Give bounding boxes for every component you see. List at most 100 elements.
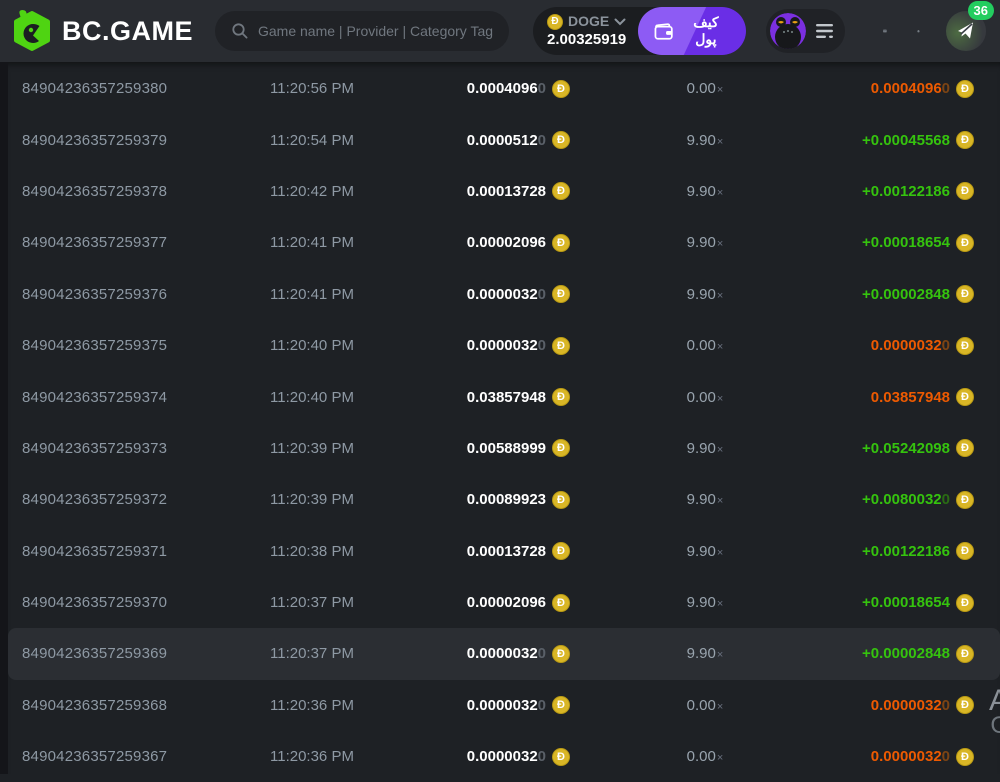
doge-coin-icon: Đ	[956, 594, 974, 612]
doge-coin-icon: Đ	[956, 234, 974, 252]
bet-amount: 0.00089923 Đ	[466, 491, 570, 509]
bcgame-logo-icon	[12, 9, 52, 53]
bet-row[interactable]: 84904236357259371 11:20:38 PM 0.00013728…	[8, 526, 1000, 577]
bet-row[interactable]: 84904236357259374 11:20:40 PM 0.03857948…	[8, 371, 1000, 422]
bet-payout: +0.00122186 Đ	[840, 542, 974, 560]
cutoff-overlay-text-g: G	[990, 712, 1000, 740]
bet-multiplier: 9.90×	[570, 594, 840, 611]
bet-id: 84904236357259373	[22, 440, 270, 457]
bet-row[interactable]: 84904236357259379 11:20:54 PM 0.00005120…	[8, 114, 1000, 165]
bet-multiplier: 9.90×	[570, 132, 840, 149]
doge-coin-icon: Đ	[552, 80, 570, 98]
bet-amount: 0.00005120 Đ	[466, 131, 570, 149]
bet-time: 11:20:38 PM	[270, 543, 466, 560]
bet-row[interactable]: 84904236357259367 11:20:36 PM 0.00000320…	[8, 731, 1000, 782]
bet-time: 11:20:37 PM	[270, 645, 466, 662]
doge-coin-icon: Đ	[956, 285, 974, 303]
mail-icon[interactable]	[883, 21, 887, 41]
wallet-button[interactable]: کیف پول	[638, 7, 746, 55]
bet-multiplier: 0.00×	[570, 697, 840, 714]
bet-payout: +0.00002848 Đ	[840, 645, 974, 663]
doge-coin-icon: Đ	[552, 439, 570, 457]
bet-multiplier: 0.00×	[570, 337, 840, 354]
bet-multiplier: 9.90×	[570, 645, 840, 662]
bet-row[interactable]: 84904236357259378 11:20:42 PM 0.00013728…	[8, 166, 1000, 217]
brand-title: BC.GAME	[62, 16, 193, 47]
notification-count-badge: 36	[968, 1, 994, 20]
doge-coin-icon: Đ	[956, 645, 974, 663]
left-edge-panel	[0, 62, 8, 774]
bet-multiplier: 0.00×	[570, 80, 840, 97]
wallet-button-label: کیف پول	[682, 14, 731, 48]
bet-multiplier: 9.90×	[570, 491, 840, 508]
doge-coin-icon: Đ	[956, 80, 974, 98]
bet-time: 11:20:41 PM	[270, 234, 466, 251]
bet-amount: 0.00040960 Đ	[466, 80, 570, 98]
bet-multiplier: 0.00×	[570, 748, 840, 765]
bet-id: 84904236357259370	[22, 594, 270, 611]
balance-amount: 2.00325919	[547, 32, 626, 49]
bet-amount: 0.00002096 Đ	[466, 594, 570, 612]
bet-multiplier: 9.90×	[570, 440, 840, 457]
bet-id: 84904236357259374	[22, 389, 270, 406]
bet-row[interactable]: 84904236357259370 11:20:37 PM 0.00002096…	[8, 577, 1000, 628]
bet-payout: 0.00000320 Đ	[840, 337, 974, 355]
bet-payout: 0.00000320 Đ	[840, 696, 974, 714]
bet-time: 11:20:40 PM	[270, 337, 466, 354]
doge-coin-icon: Đ	[552, 234, 570, 252]
bet-amount: 0.00000320 Đ	[466, 337, 570, 355]
doge-coin-icon: Đ	[552, 337, 570, 355]
bet-id: 84904236357259380	[22, 80, 270, 97]
game-search-input[interactable]: Game name | Provider | Category Tag	[215, 11, 509, 51]
bet-time: 11:20:42 PM	[270, 183, 466, 200]
doge-coin-icon: Đ	[552, 696, 570, 714]
bet-amount: 0.00000320 Đ	[466, 748, 570, 766]
bet-multiplier: 9.90×	[570, 543, 840, 560]
bet-time: 11:20:40 PM	[270, 389, 466, 406]
bet-id: 84904236357259372	[22, 491, 270, 508]
bet-row[interactable]: 84904236357259369 11:20:37 PM 0.00000320…	[8, 628, 1000, 679]
bet-id: 84904236357259377	[22, 234, 270, 251]
top-navbar: BC.GAME Game name | Provider | Category …	[0, 0, 1000, 62]
bet-row[interactable]: 84904236357259376 11:20:41 PM 0.00000320…	[8, 269, 1000, 320]
bet-payout: +0.00800320 Đ	[840, 491, 974, 509]
bet-amount: 0.03857948 Đ	[466, 388, 570, 406]
balance-widget: Đ DOGE 2.00325919 کیف پول	[533, 7, 746, 55]
user-avatar[interactable]	[770, 13, 806, 49]
bet-time: 11:20:39 PM	[270, 440, 466, 457]
doge-coin-icon: Đ	[552, 594, 570, 612]
bet-multiplier: 0.00×	[570, 389, 840, 406]
doge-coin-icon: Đ	[552, 491, 570, 509]
bet-id: 84904236357259376	[22, 286, 270, 303]
doge-coin-icon: Đ	[552, 748, 570, 766]
bet-time: 11:20:36 PM	[270, 748, 466, 765]
bet-row[interactable]: 84904236357259373 11:20:39 PM 0.00588999…	[8, 423, 1000, 474]
search-icon	[231, 22, 249, 40]
doge-coin-icon: Đ	[956, 542, 974, 560]
bet-amount: 0.00013728 Đ	[466, 542, 570, 560]
bet-multiplier: 9.90×	[570, 286, 840, 303]
bet-row[interactable]: 84904236357259377 11:20:41 PM 0.00002096…	[8, 217, 1000, 268]
doge-coin-icon: Đ	[552, 182, 570, 200]
bet-payout: 0.00000320 Đ	[840, 748, 974, 766]
bet-id: 84904236357259379	[22, 132, 270, 149]
bet-payout: 0.00040960 Đ	[840, 80, 974, 98]
bcgame-logo[interactable]: BC.GAME	[12, 9, 193, 53]
doge-coin-icon: Đ	[956, 491, 974, 509]
bet-payout: +0.05242098 Đ	[840, 439, 974, 457]
doge-coin-icon: Đ	[956, 337, 974, 355]
doge-coin-icon: Đ	[956, 439, 974, 457]
bet-amount: 0.00000320 Đ	[466, 645, 570, 663]
bet-row[interactable]: 84904236357259368 11:20:36 PM 0.00000320…	[8, 680, 1000, 731]
bet-amount: 0.00000320 Đ	[466, 285, 570, 303]
bet-row[interactable]: 84904236357259372 11:20:39 PM 0.00089923…	[8, 474, 1000, 525]
bet-id: 84904236357259367	[22, 748, 270, 765]
currency-selector[interactable]: Đ DOGE	[547, 14, 626, 30]
doge-coin-icon: Đ	[552, 388, 570, 406]
bet-row[interactable]: 84904236357259380 11:20:56 PM 0.00040960…	[8, 63, 1000, 114]
account-menu-icon[interactable]	[815, 23, 835, 39]
bet-row[interactable]: 84904236357259375 11:20:40 PM 0.00000320…	[8, 320, 1000, 371]
bet-id: 84904236357259375	[22, 337, 270, 354]
bet-id: 84904236357259368	[22, 697, 270, 714]
bell-icon[interactable]	[917, 20, 920, 43]
